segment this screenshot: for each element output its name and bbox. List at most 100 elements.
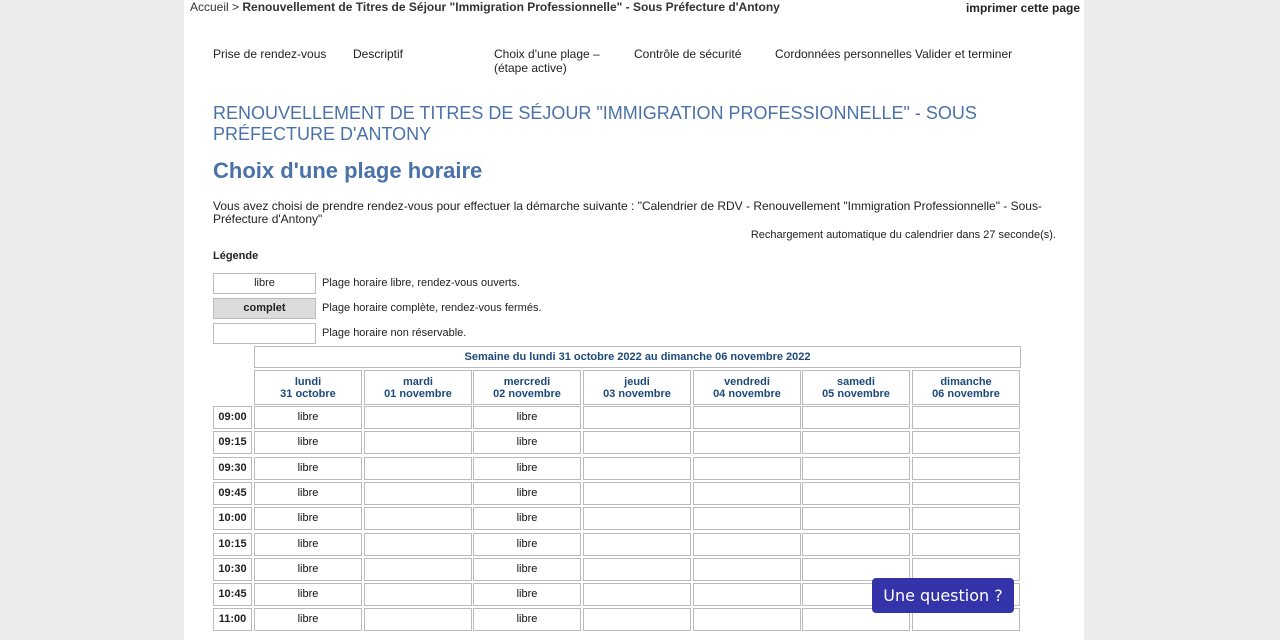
slot-libre[interactable]: libre xyxy=(254,431,362,455)
step-controle-securite: Contrôle de sécurité xyxy=(634,47,742,61)
slot-empty xyxy=(364,431,472,455)
slot-libre[interactable]: libre xyxy=(254,532,362,556)
day-header-dimanche: dimanche 06 novembre xyxy=(912,370,1020,405)
step-coordonnees: Cordonnées personnelles xyxy=(775,47,912,61)
slot-empty xyxy=(364,583,472,607)
slot-libre[interactable]: libre xyxy=(473,406,581,429)
slot-empty xyxy=(583,608,691,632)
legend-box-non-reservable xyxy=(213,323,316,344)
day-header-mardi: mardi 01 novembre xyxy=(364,370,472,405)
day-date: 01 novembre xyxy=(384,388,452,400)
slot-empty xyxy=(912,406,1020,429)
breadcrumb-current: Renouvellement de Titres de Séjour "Immi… xyxy=(242,0,780,14)
question-button[interactable]: Une question ? xyxy=(872,578,1014,613)
slot-libre[interactable]: libre xyxy=(473,456,581,480)
day-header-jeudi: jeudi 03 novembre xyxy=(583,370,691,405)
page-subtitle: Choix d'une plage horaire xyxy=(213,158,483,183)
time-label: 10:15 xyxy=(213,532,252,556)
step-valider: Valider et terminer xyxy=(915,47,1013,61)
day-name: samedi xyxy=(837,376,875,388)
slot-libre[interactable]: libre xyxy=(473,507,581,531)
slot-libre[interactable]: libre xyxy=(254,456,362,480)
slot-libre[interactable]: libre xyxy=(254,481,362,505)
slot-empty xyxy=(912,532,1020,556)
slot-empty xyxy=(693,431,801,455)
slot-empty xyxy=(912,431,1020,455)
slot-empty xyxy=(802,456,910,480)
legend-text-non-reservable: Plage horaire non réservable. xyxy=(322,327,467,339)
slot-empty xyxy=(583,406,691,429)
slot-libre[interactable]: libre xyxy=(254,608,362,632)
step-prise-rdv: Prise de rendez-vous xyxy=(213,47,327,61)
slot-libre[interactable]: libre xyxy=(473,557,581,581)
slot-libre[interactable]: libre xyxy=(254,507,362,531)
slot-empty xyxy=(364,507,472,531)
slot-empty xyxy=(693,557,801,581)
slot-empty xyxy=(364,608,472,632)
slot-libre[interactable]: libre xyxy=(473,532,581,556)
intro-text: Vous avez choisi de prendre rendez-vous … xyxy=(213,199,1042,226)
slot-empty xyxy=(693,406,801,429)
time-label: 09:45 xyxy=(213,481,252,505)
day-date: 02 novembre xyxy=(493,388,561,400)
slot-empty xyxy=(912,481,1020,505)
slot-empty xyxy=(912,456,1020,480)
slot-libre[interactable]: libre xyxy=(473,431,581,455)
day-name: mardi xyxy=(403,376,433,388)
step-navigation: Prise de rendez-vous Descriptif Choix d'… xyxy=(213,47,1063,79)
slot-empty xyxy=(583,456,691,480)
slot-empty xyxy=(802,406,910,429)
day-date: 04 novembre xyxy=(713,388,781,400)
day-name: vendredi xyxy=(724,376,770,388)
slot-empty xyxy=(693,481,801,505)
slot-empty xyxy=(802,532,910,556)
slot-empty xyxy=(802,507,910,531)
legend-box-libre: libre xyxy=(213,273,316,294)
time-label: 10:30 xyxy=(213,557,252,581)
day-date: 03 novembre xyxy=(603,388,671,400)
slot-libre[interactable]: libre xyxy=(473,481,581,505)
slot-empty xyxy=(693,507,801,531)
time-label: 11:00 xyxy=(213,608,252,632)
slot-empty xyxy=(693,583,801,607)
slot-empty xyxy=(364,532,472,556)
slot-libre[interactable]: libre xyxy=(254,557,362,581)
day-header-vendredi: vendredi 04 novembre xyxy=(693,370,801,405)
slot-empty xyxy=(583,431,691,455)
slot-empty xyxy=(364,406,472,429)
slot-empty xyxy=(583,532,691,556)
day-name: dimanche xyxy=(940,376,992,388)
time-label: 10:45 xyxy=(213,583,252,607)
legend-text-complet: Plage horaire complète, rendez-vous ferm… xyxy=(322,302,542,314)
slot-empty xyxy=(693,456,801,480)
day-header-samedi: samedi 05 novembre xyxy=(802,370,910,405)
day-date: 31 octobre xyxy=(280,388,336,400)
slot-empty xyxy=(693,608,801,632)
slot-libre[interactable]: libre xyxy=(473,608,581,632)
breadcrumb-home-link[interactable]: Accueil xyxy=(190,0,229,14)
day-name: mercredi xyxy=(503,376,551,388)
step-descriptif: Descriptif xyxy=(353,47,404,61)
slot-empty xyxy=(912,507,1020,531)
day-date: 05 novembre xyxy=(822,388,890,400)
slot-empty xyxy=(583,557,691,581)
slot-libre[interactable]: libre xyxy=(254,583,362,607)
time-label: 10:00 xyxy=(213,507,252,531)
slot-libre[interactable]: libre xyxy=(254,406,362,429)
slot-empty xyxy=(583,583,691,607)
legend-box-complet: complet xyxy=(213,298,316,319)
time-label: 09:30 xyxy=(213,456,252,480)
day-name: lundi xyxy=(294,376,322,388)
slot-libre[interactable]: libre xyxy=(473,583,581,607)
print-page-link[interactable]: imprimer cette page xyxy=(966,1,1080,15)
time-label: 09:00 xyxy=(213,406,252,429)
slot-empty xyxy=(693,532,801,556)
week-header: Semaine du lundi 31 octobre 2022 au dima… xyxy=(254,346,1021,368)
time-label: 09:15 xyxy=(213,431,252,455)
slot-empty xyxy=(583,481,691,505)
legend-text-libre: Plage horaire libre, rendez-vous ouverts… xyxy=(322,277,521,289)
slot-empty xyxy=(583,507,691,531)
slot-empty xyxy=(364,557,472,581)
day-date: 06 novembre xyxy=(932,388,1000,400)
step-choix-plage-active: Choix d'une plage – (étape active) xyxy=(494,47,600,75)
